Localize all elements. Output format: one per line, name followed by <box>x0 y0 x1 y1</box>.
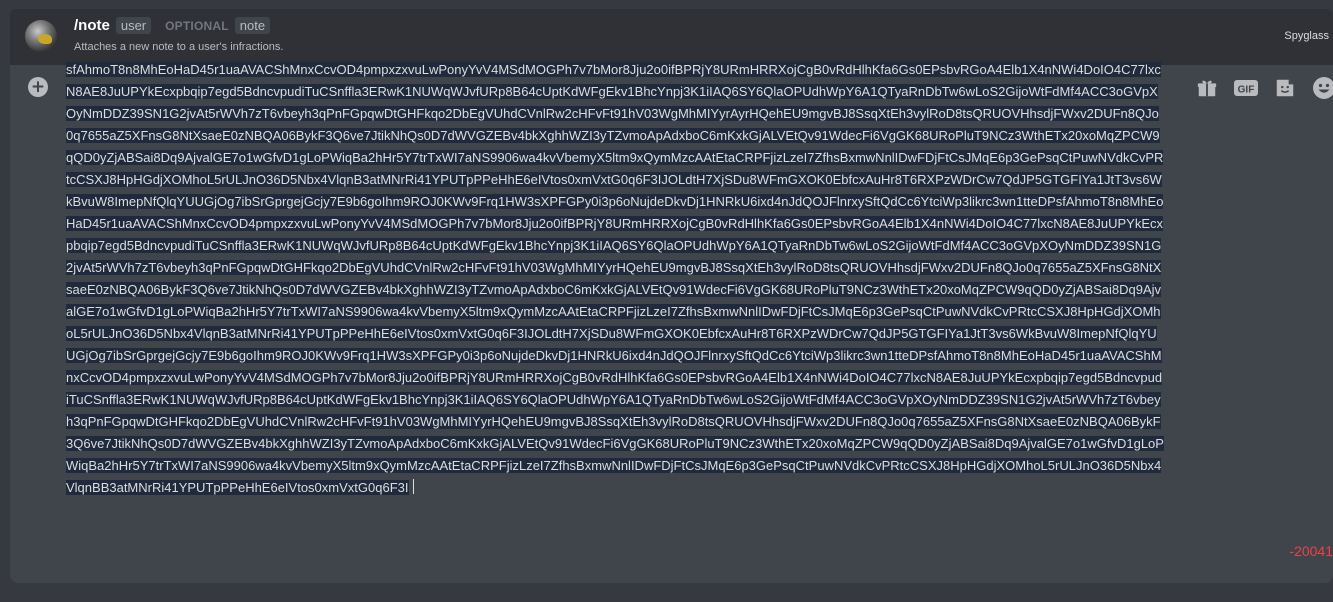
command-description: Attaches a new note to a user's infracti… <box>74 41 284 53</box>
text-caret <box>412 479 414 494</box>
chat-page: /note user OPTIONAL note Attaches a new … <box>0 0 1333 602</box>
gif-icon[interactable]: GIF <box>1233 75 1259 101</box>
gif-label: GIF <box>1238 85 1255 96</box>
emoji-icon[interactable] <box>1311 75 1333 101</box>
plus-circle-icon[interactable]: + <box>28 77 48 97</box>
command-app-name: Spyglass <box>1284 30 1329 42</box>
optional-label: OPTIONAL <box>165 18 229 33</box>
message-input-box[interactable]: + sfAhmoT8n8MhEoHaD45r1uaAVACShMnxCcvOD4… <box>10 62 1333 583</box>
message-textbox[interactable]: sfAhmoT8n8MhEoHaD45r1uaAVACShMnxCcvOD4pm… <box>66 59 1164 565</box>
command-name: /note <box>74 17 110 34</box>
selected-note-text: sfAhmoT8n8MhEoHaD45r1uaAVACShMnxCcvOD4pm… <box>66 62 1164 495</box>
input-actions: GIF <box>1194 75 1333 101</box>
command-line: /note user OPTIONAL note <box>74 17 271 34</box>
character-counter: -20041 <box>1289 543 1333 559</box>
message-text[interactable]: sfAhmoT8n8MhEoHaD45r1uaAVACShMnxCcvOD4pm… <box>66 59 1164 499</box>
command-param-note[interactable]: note <box>234 17 271 34</box>
gift-icon[interactable] <box>1194 75 1220 101</box>
command-param-user[interactable]: user <box>115 17 152 34</box>
slash-command-header: /note user OPTIONAL note Attaches a new … <box>10 9 1333 65</box>
sticker-icon[interactable] <box>1272 75 1298 101</box>
app-avatar <box>25 20 57 52</box>
